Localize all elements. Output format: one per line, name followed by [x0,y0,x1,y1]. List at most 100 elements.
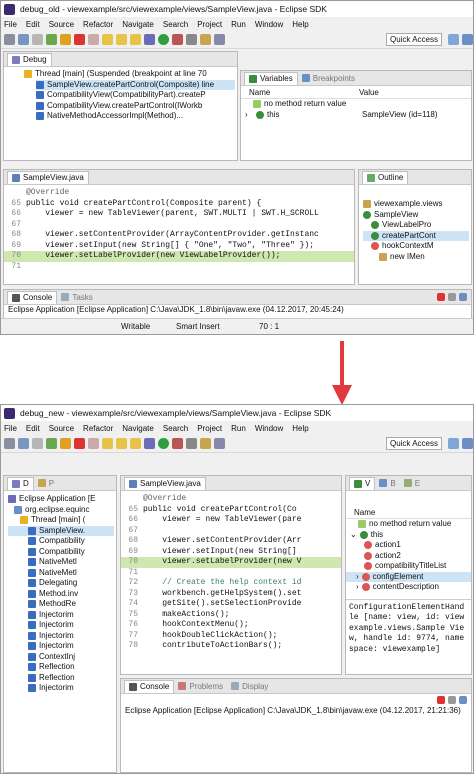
column-header-value[interactable]: Value [359,88,379,97]
step-into-icon[interactable] [102,34,113,45]
terminate-icon[interactable] [437,696,445,704]
tree-item[interactable]: Injectorim [8,641,114,652]
menu-help[interactable]: Help [292,20,308,29]
outline-item[interactable]: hookContextM [363,241,469,252]
suspend-icon[interactable] [60,34,71,45]
tab-sampleview-java[interactable]: SampleView.java [124,476,206,490]
tree-item[interactable]: Method.inv [8,589,114,600]
resume-icon[interactable] [46,438,57,449]
tab-variables[interactable]: V [349,476,376,490]
outline-item[interactable]: ViewLabelPro [363,220,469,231]
tab-display[interactable]: Display [227,681,272,692]
variable-row[interactable]: › contentDescription [346,582,471,593]
collapse-icon[interactable]: ⌄ [350,530,357,541]
java-perspective-icon[interactable] [448,438,459,449]
variable-row[interactable]: action2 [346,551,471,562]
variable-row[interactable]: action1 [346,540,471,551]
suspend-icon[interactable] [60,438,71,449]
java-perspective-icon[interactable] [448,34,459,45]
menu-file[interactable]: File [4,424,17,433]
tab-outline[interactable]: Outline [362,170,409,184]
search-icon[interactable] [186,34,197,45]
search-icon[interactable] [186,438,197,449]
external-tools-icon[interactable] [172,34,183,45]
external-tools-icon[interactable] [172,438,183,449]
menu-search[interactable]: Search [163,424,188,433]
tree-item[interactable]: Eclipse Application [E [8,494,114,505]
code-line[interactable]: 74 getSite().setSelectionProvide [121,599,341,610]
tab-project-explorer[interactable]: P [34,478,58,489]
clear-console-icon[interactable] [448,293,456,301]
save-icon[interactable] [18,438,29,449]
code-line[interactable]: 65 public void createPartControl(Composit… [4,199,354,210]
tree-item[interactable]: MethodRe [8,599,114,610]
expand-icon[interactable]: › [245,110,253,121]
disconnect-icon[interactable] [88,34,99,45]
tab-sampleview-java[interactable]: SampleView.java [7,170,89,184]
menu-refactor[interactable]: Refactor [83,424,113,433]
variable-detail-pane[interactable]: ConfigurationElementHandle [name: view, … [346,598,471,659]
tree-item[interactable]: Injectorim [8,610,114,621]
open-type-icon[interactable] [200,438,211,449]
menu-project[interactable]: Project [197,424,222,433]
menu-project[interactable]: Project [197,20,222,29]
code-line[interactable]: 76 hookContextMenu(); [121,620,341,631]
step-into-icon[interactable] [102,438,113,449]
tree-item[interactable]: CompatibilityView.createPartControl(IWor… [36,101,235,112]
tree-item[interactable]: SampleView. [8,525,114,536]
tree-item[interactable]: ContextInj [8,652,114,663]
open-type-icon[interactable] [200,34,211,45]
menu-source[interactable]: Source [49,20,74,29]
menu-help[interactable]: Help [292,424,308,433]
tree-item[interactable]: CompatibilityView(CompatibilityPart).cre… [36,90,235,101]
code-line[interactable]: 69 viewer.setInput(new String[] [121,547,341,558]
code-line[interactable]: 65 public void createPartControl(Co [121,505,341,516]
column-header-name[interactable]: Name [241,88,359,97]
resume-icon[interactable] [46,34,57,45]
save-all-icon[interactable] [32,34,43,45]
debug-icon[interactable] [144,438,155,449]
tab-debug[interactable]: Debug [7,52,52,66]
tree-item[interactable]: Reflection [8,662,114,673]
code-line[interactable]: 69 viewer.setInput(new String[] { "One",… [4,241,354,252]
menu-navigate[interactable]: Navigate [122,20,154,29]
code-line[interactable]: 68 viewer.setContentProvider(ArrayConten… [4,230,354,241]
debug-perspective-icon[interactable] [462,438,473,449]
tab-console[interactable]: Console [124,679,175,693]
save-icon[interactable] [18,34,29,45]
quick-access-field[interactable]: Quick Access [385,33,442,46]
run-icon[interactable] [158,438,169,449]
code-line[interactable]: 66 viewer = new TableViewer(pare [121,515,341,526]
tree-item[interactable]: Injectorim [8,631,114,642]
tab-debug[interactable]: D [7,476,34,490]
menu-run[interactable]: Run [231,424,246,433]
tab-breakpoints[interactable]: Breakpoints [298,73,359,84]
disconnect-icon[interactable] [88,438,99,449]
menu-refactor[interactable]: Refactor [83,20,113,29]
outline-item[interactable]: SampleView [363,210,469,221]
tree-item[interactable]: NativeMetl [8,557,114,568]
tree-item[interactable]: Delegating [8,578,114,589]
forward-icon[interactable] [214,34,225,45]
tree-item[interactable]: NativeMetl [8,568,114,579]
outline-item[interactable]: createPartCont [363,230,469,241]
code-line[interactable]: 67 [121,526,341,537]
code-line[interactable]: @Override [121,494,341,505]
step-return-icon[interactable] [130,438,141,449]
expand-icon[interactable]: › [356,572,359,583]
tab-tasks[interactable]: Tasks [57,292,96,303]
menu-edit[interactable]: Edit [26,20,40,29]
save-all-icon[interactable] [32,438,43,449]
code-line[interactable]: 78 contributeToActionBars(); [121,641,341,652]
code-line[interactable]: 68 viewer.setContentProvider(Arr [121,536,341,547]
code-line[interactable]: 77 hookDoubleClickAction(); [121,631,341,642]
code-line[interactable]: 72 // Create the help context id [121,578,341,589]
variable-row[interactable]: › this SampleView (id=118) [241,110,471,121]
variable-row[interactable]: ⌄ this [346,530,471,541]
tree-item[interactable]: Reflection [8,673,114,684]
menu-navigate[interactable]: Navigate [122,424,154,433]
tree-item[interactable]: NativeMethodAccessorImpl(Method)... [36,111,235,122]
tree-item[interactable]: Injectorim [8,620,114,631]
code-line[interactable]: 67 [4,220,354,231]
expand-icon[interactable]: › [356,582,359,593]
